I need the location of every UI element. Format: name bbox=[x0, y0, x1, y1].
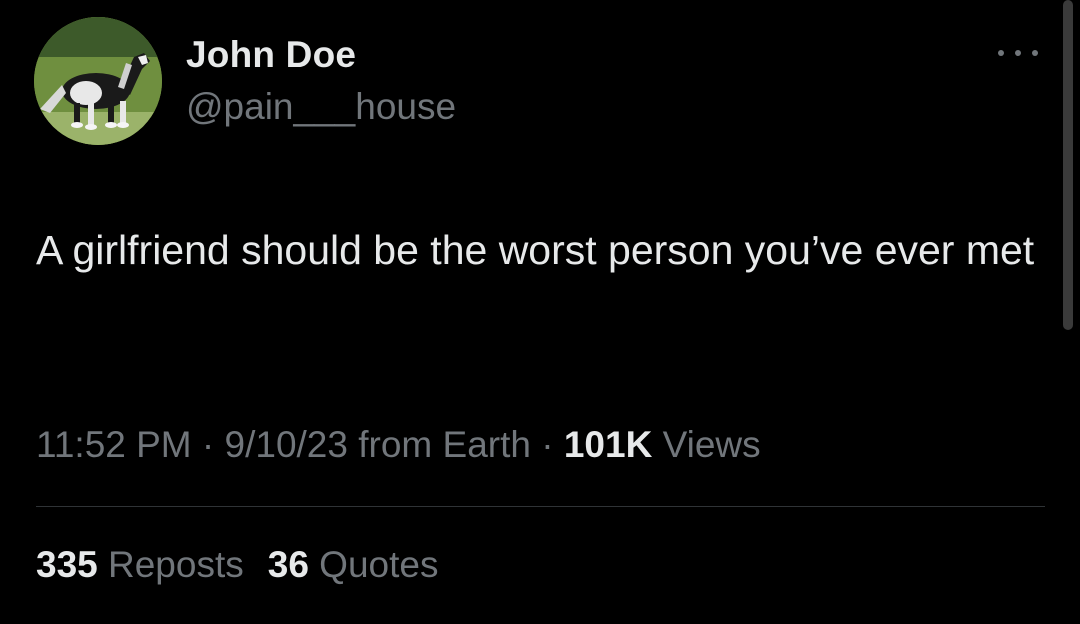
tweet-detail: John Doe @pain___house A girlfriend shou… bbox=[0, 0, 1080, 624]
meta-separator: · bbox=[530, 424, 564, 465]
tweet-text: A girlfriend should be the worst person … bbox=[36, 227, 1035, 273]
tweet-date[interactable]: 9/10/23 bbox=[225, 424, 348, 465]
tweet-source: from Earth bbox=[347, 424, 531, 465]
quotes-label: Quotes bbox=[308, 544, 439, 585]
tweet-time[interactable]: 11:52 PM bbox=[36, 424, 192, 465]
more-horizontal-icon[interactable] bbox=[992, 38, 1044, 68]
views-label: Views bbox=[652, 424, 761, 465]
horse-avatar-icon[interactable] bbox=[34, 17, 162, 145]
tweet-meta: 11:52 PM · 9/10/23 from Earth · 101K Vie… bbox=[36, 424, 761, 466]
engagement-stats: 335 Reposts 36 Quotes bbox=[36, 544, 438, 586]
author-handle[interactable]: @pain___house bbox=[186, 86, 456, 128]
reposts-link[interactable]: 335 Reposts bbox=[36, 544, 244, 585]
quotes-link[interactable]: 36 Quotes bbox=[268, 544, 439, 585]
reposts-count: 335 bbox=[36, 544, 98, 585]
author-display-name[interactable]: John Doe bbox=[186, 34, 356, 76]
reposts-label: Reposts bbox=[97, 544, 244, 585]
divider bbox=[36, 506, 1045, 507]
scrollbar[interactable] bbox=[1063, 0, 1073, 330]
views-count: 101K bbox=[563, 424, 653, 465]
meta-separator: · bbox=[191, 424, 225, 465]
quotes-count: 36 bbox=[267, 544, 309, 585]
